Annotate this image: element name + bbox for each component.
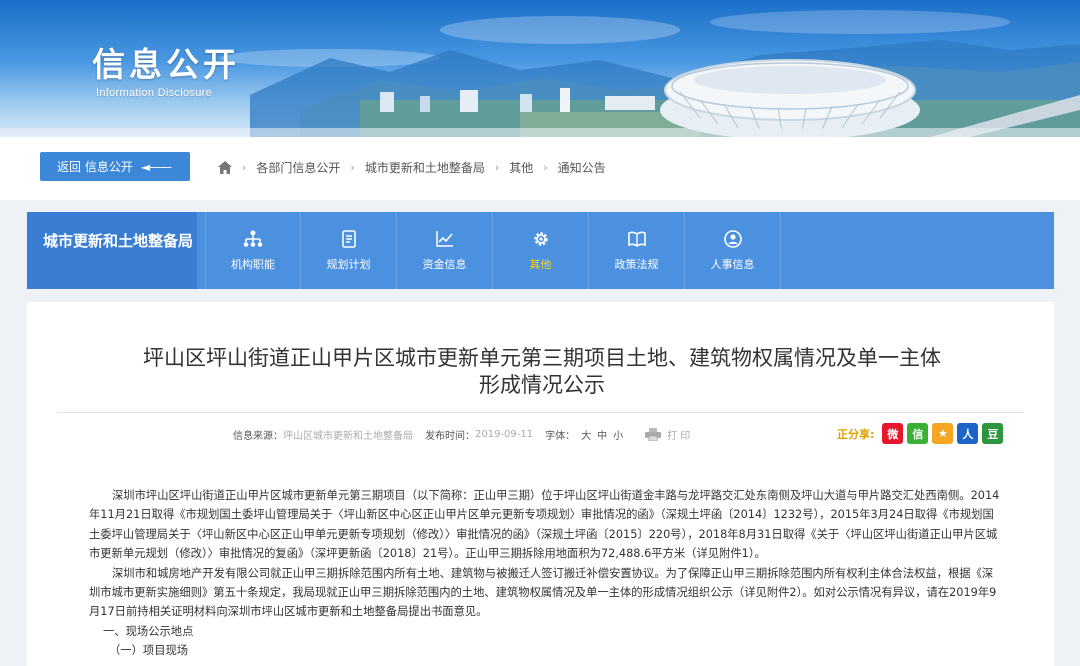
home-icon[interactable] xyxy=(218,161,232,174)
back-button-label: 返回 信息公开 xyxy=(57,160,133,174)
department-title: 城市更新和土地整备局 xyxy=(27,212,197,289)
nav-label: 政策法规 xyxy=(614,257,659,271)
print-label: 打 印 xyxy=(667,431,691,442)
font-size-small[interactable]: 小 xyxy=(613,427,623,442)
nav-label: 规划计划 xyxy=(326,257,371,271)
back-to-disclosure-button[interactable]: 返回 信息公开 ◄—— xyxy=(40,152,190,181)
font-size-large[interactable]: 大 xyxy=(581,427,591,442)
article-title-line: 形成情况公示 xyxy=(479,373,605,397)
nav-item-other[interactable]: 其他 xyxy=(493,212,589,289)
font-size-medium[interactable]: 中 xyxy=(597,427,607,442)
share-label: 正分享: xyxy=(837,427,875,441)
book-icon xyxy=(627,231,646,247)
publish-time-value: 2019-09-11 xyxy=(475,429,534,440)
nav-item-funding[interactable]: 资金信息 xyxy=(397,212,493,289)
share-bar: 正分享: 微 信 ★ 人 豆 xyxy=(837,423,1004,444)
title-divider xyxy=(57,412,1024,413)
section-logo-title: 信息公开 xyxy=(92,45,240,84)
nav-label: 人事信息 xyxy=(710,257,755,271)
article-title-line: 坪山区坪山街道正山甲片区城市更新单元第三期项目土地、建筑物权属情况及单一主体 xyxy=(143,346,941,370)
body-paragraph: 深圳市和城房地产开发有限公司就正山甲三期拆除范围内所有土地、建筑物与被搬迁人签订… xyxy=(89,566,997,619)
org-chart-icon xyxy=(243,230,263,247)
nav-label: 其他 xyxy=(529,257,552,271)
nav-item-policies[interactable]: 政策法规 xyxy=(589,212,685,289)
breadcrumb-item[interactable]: 各部门信息公开 xyxy=(256,159,340,176)
breadcrumb-separator: › xyxy=(350,161,355,174)
breadcrumb-separator: › xyxy=(543,161,548,174)
renren-icon[interactable]: 人 xyxy=(957,423,979,444)
gear-icon xyxy=(533,231,548,246)
font-size-label: 字体： xyxy=(545,431,576,442)
arrow-left-icon: ◄—— xyxy=(140,159,172,174)
nav-item-planning[interactable]: 规划计划 xyxy=(301,212,397,289)
article-body: 深圳市坪山区坪山街道正山甲片区城市更新单元第三期项目（以下简称：正山甲三期）位于… xyxy=(89,486,1003,661)
department-nav: 城市更新和土地整备局 机构职能 规划计划 资金信息 其他 政策法规 人事信息 xyxy=(27,212,1054,289)
person-icon xyxy=(723,229,742,248)
section-logo-subtitle: Information Disclosure xyxy=(96,87,213,99)
source-value: 坪山区城市更新和土地整备局 xyxy=(283,431,413,442)
breadcrumb-item[interactable]: 城市更新和土地整备局 xyxy=(365,159,485,176)
printer-icon xyxy=(645,428,662,441)
header-banner: 信息公开 Information Disclosure xyxy=(0,0,1080,137)
source-label: 信息来源： xyxy=(233,431,283,442)
breadcrumb-item[interactable]: 通知公告 xyxy=(558,159,606,176)
document-icon xyxy=(341,229,356,248)
line-chart-icon xyxy=(435,230,453,247)
breadcrumb-separator: › xyxy=(494,161,500,174)
article-panel: 坪山区坪山街道正山甲片区城市更新单元第三期项目土地、建筑物权属情况及单一主体 形… xyxy=(27,302,1054,666)
section-heading: 一、现场公示地点 xyxy=(103,624,194,638)
breadcrumb: › 各部门信息公开 › 城市更新和土地整备局 › 其他 › 通知公告 xyxy=(218,159,606,176)
nav-label: 机构职能 xyxy=(231,257,275,271)
nav-item-personnel[interactable]: 人事信息 xyxy=(685,212,781,289)
douban-icon[interactable]: 豆 xyxy=(982,423,1004,444)
font-size-options: 大 中 小 xyxy=(581,427,623,442)
article-title: 坪山区坪山街道正山甲片区城市更新单元第三期项目土地、建筑物权属情况及单一主体 形… xyxy=(67,345,1017,399)
weibo-icon[interactable]: 微 xyxy=(882,423,904,444)
breadcrumb-bar: 返回 信息公开 ◄—— › 各部门信息公开 › 城市更新和土地整备局 › 其他 … xyxy=(0,137,1080,200)
qzone-icon[interactable]: ★ xyxy=(932,423,954,444)
subsection-heading: （一）项目现场 xyxy=(109,644,189,658)
body-paragraph: 深圳市坪山区坪山街道正山甲片区城市更新单元第三期项目（以下简称：正山甲三期）位于… xyxy=(89,489,1000,561)
breadcrumb-separator: › xyxy=(242,161,247,174)
print-button[interactable]: 打 印 xyxy=(645,427,690,442)
wechat-icon[interactable]: 信 xyxy=(907,423,929,444)
breadcrumb-item[interactable]: 其他 xyxy=(509,159,533,176)
article-meta: 信息来源： 坪山区城市更新和土地整备局 发布时间： 2019-09-11 字体：… xyxy=(233,427,690,442)
publish-time-label: 发布时间： xyxy=(425,431,475,442)
nav-item-org-functions[interactable]: 机构职能 xyxy=(205,212,301,289)
nav-label: 资金信息 xyxy=(422,257,467,271)
